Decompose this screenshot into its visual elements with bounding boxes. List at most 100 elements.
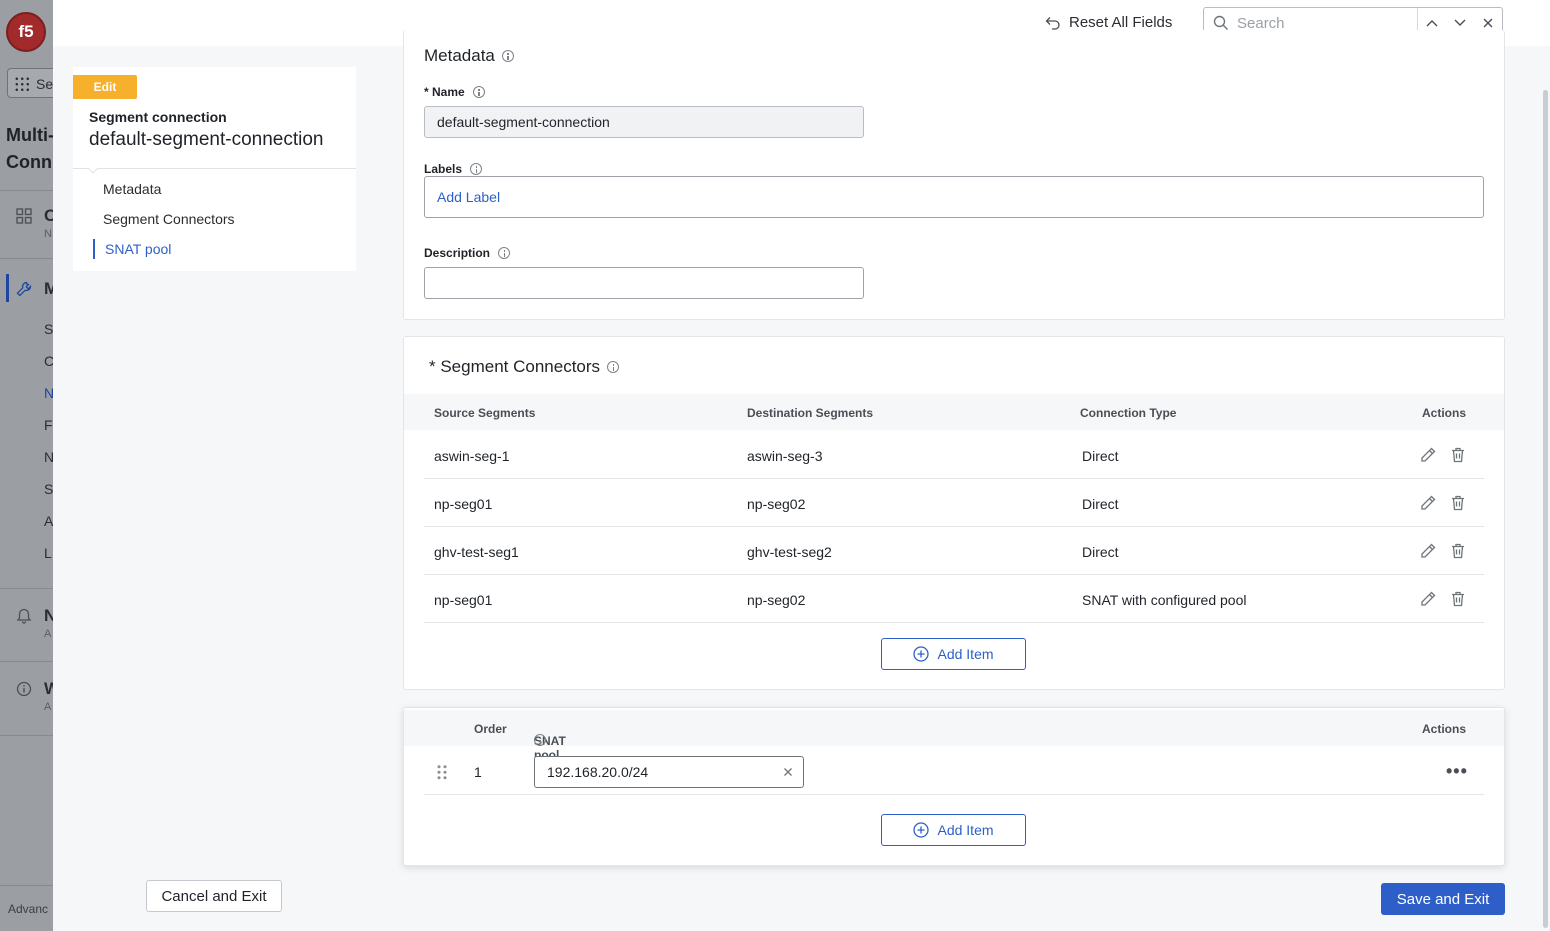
metadata-title: Metadata [424, 46, 514, 66]
background-app: f5 Se Multi- Conn C N M S C N F N S A L … [0, 0, 53, 931]
column-actions: Actions [1422, 722, 1467, 736]
description-field[interactable] [424, 267, 864, 299]
info-icon[interactable] [470, 163, 483, 175]
nav-link-snat-pool[interactable]: SNAT pool [93, 239, 171, 259]
info-icon [16, 681, 32, 697]
bg-section-manage: M [16, 279, 53, 300]
chevron-up-icon [1426, 20, 1438, 27]
delete-trash-icon[interactable] [1449, 446, 1467, 464]
bg-nav-item: N [44, 449, 53, 465]
segment-connectors-title: * Segment Connectors [429, 357, 620, 377]
delete-trash-icon[interactable] [1449, 542, 1467, 560]
name-field[interactable] [424, 106, 864, 138]
scrollbar[interactable] [1543, 90, 1548, 928]
table-row: np-seg01 np-seg02 Direct [424, 479, 1484, 527]
connection-type: Direct [1082, 496, 1119, 512]
divider [0, 588, 53, 589]
snat-pool-input[interactable]: 192.168.20.0/24 [534, 756, 804, 788]
order-value: 1 [474, 764, 482, 780]
delete-trash-icon[interactable] [1449, 494, 1467, 512]
column-destination-segments: Destination Segments [747, 406, 874, 420]
table-row: np-seg01 np-seg02 SNAT with configured p… [424, 575, 1484, 623]
save-and-exit-button[interactable]: Save and Exit [1381, 883, 1505, 915]
bg-nav-item: N [44, 385, 53, 401]
column-source-segments: Source Segments [434, 406, 536, 420]
f5-logo: f5 [6, 12, 46, 52]
divider [0, 735, 53, 736]
active-section-indicator [6, 274, 9, 302]
nav-link-metadata[interactable]: Metadata [103, 181, 161, 197]
plus-circle-icon [913, 822, 930, 838]
undo-arrow-icon [1045, 16, 1060, 30]
reset-all-fields-button[interactable]: Reset All Fields [1045, 14, 1172, 31]
table-row: 1 192.168.20.0/24 ••• [424, 747, 1484, 795]
bg-nav-item: S [44, 481, 53, 497]
table-header: Order SNAT pool Actions [404, 710, 1504, 762]
delete-trash-icon[interactable] [1449, 590, 1467, 608]
table-row: ghv-test-seg1 ghv-test-seg2 Direct [424, 527, 1484, 575]
form-navigation-card: Edit Segment connection default-segment-… [73, 67, 356, 271]
destination-segment: np-seg02 [747, 592, 806, 608]
edit-pencil-icon[interactable] [1419, 494, 1437, 512]
edit-pencil-icon[interactable] [1419, 542, 1437, 560]
labels-field[interactable]: Add Label [424, 176, 1484, 218]
divider [73, 168, 356, 169]
nav-link-segment-connectors[interactable]: Segment Connectors [103, 211, 235, 227]
table-header: Source Segments Destination Segments Con… [404, 394, 1504, 430]
divider [0, 885, 53, 886]
object-type: Segment connection [89, 109, 227, 125]
destination-segment: ghv-test-seg2 [747, 544, 832, 560]
table-row: aswin-seg-1 aswin-seg-3 Direct [424, 431, 1484, 479]
connection-type: Direct [1082, 448, 1119, 464]
search-input[interactable] [1237, 14, 1397, 32]
app-switcher: Se [7, 68, 53, 98]
edit-pencil-icon[interactable] [1419, 446, 1437, 464]
plus-circle-icon [913, 646, 930, 662]
bg-section-notifications: N A [16, 606, 53, 640]
add-label-link[interactable]: Add Label [437, 189, 500, 205]
info-icon[interactable] [534, 734, 546, 746]
metadata-section: Metadata * Name Labels Add Label Descrip… [403, 30, 1505, 320]
info-icon[interactable] [498, 247, 511, 259]
bell-icon [16, 608, 32, 624]
name-label: * Name [424, 85, 485, 99]
advanced-link: Advanc [8, 902, 49, 916]
close-icon [1483, 18, 1493, 28]
bg-nav-item: L [44, 545, 52, 561]
drag-handle-icon[interactable] [436, 764, 448, 780]
add-snat-pool-button[interactable]: Add Item [881, 814, 1026, 846]
bg-nav-item: F [44, 417, 53, 433]
column-actions: Actions [1422, 406, 1467, 420]
object-name: default-segment-connection [89, 129, 324, 150]
background-page-title: Multi- Conn [6, 125, 53, 172]
more-actions-icon[interactable]: ••• [1446, 761, 1468, 782]
info-icon[interactable] [501, 50, 514, 62]
wrench-icon [16, 281, 32, 297]
edit-mode-badge: Edit [73, 75, 137, 99]
cancel-and-exit-button[interactable]: Cancel and Exit [146, 880, 282, 912]
source-segment: aswin-seg-1 [434, 448, 510, 464]
column-connection-type: Connection Type [1080, 406, 1177, 420]
destination-segment: np-seg02 [747, 496, 806, 512]
info-icon[interactable] [472, 86, 485, 98]
section-pointer [87, 162, 99, 174]
connection-type: SNAT with configured pool [1082, 592, 1247, 608]
edit-pencil-icon[interactable] [1419, 590, 1437, 608]
bg-nav-item: C [44, 353, 53, 369]
add-segment-connector-button[interactable]: Add Item [881, 638, 1026, 670]
chevron-down-icon [1454, 19, 1466, 26]
grid-dots-icon [14, 76, 30, 92]
description-label: Description [424, 246, 511, 260]
divider [0, 190, 53, 191]
connection-type: Direct [1082, 544, 1119, 560]
reset-label: Reset All Fields [1069, 14, 1173, 31]
grid-icon [16, 208, 32, 224]
bg-nav-item: A [44, 513, 53, 529]
info-icon[interactable] [607, 361, 620, 373]
source-segment: ghv-test-seg1 [434, 544, 519, 560]
bg-section-whats-new: W A [16, 679, 53, 713]
divider [0, 661, 53, 662]
source-segment: np-seg01 [434, 592, 493, 608]
labels-label: Labels [424, 162, 483, 176]
clear-input-icon[interactable] [783, 767, 793, 777]
